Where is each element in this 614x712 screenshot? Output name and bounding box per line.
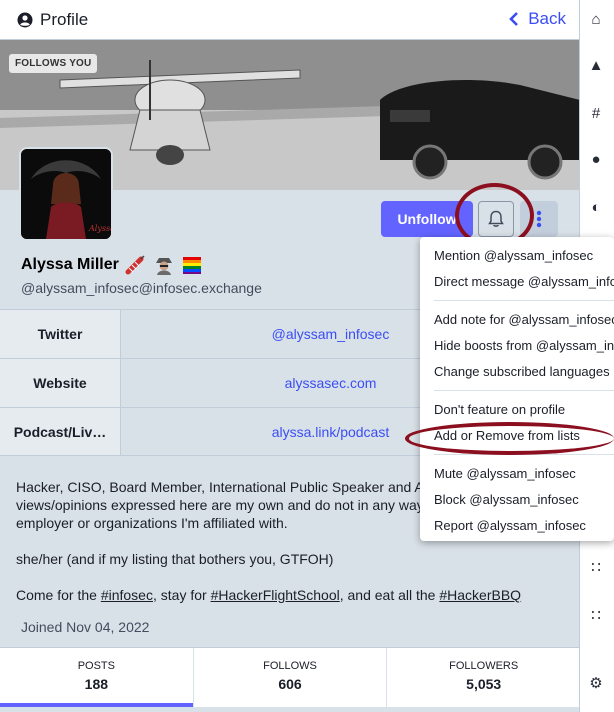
list-icon[interactable]: ∷ bbox=[588, 560, 604, 576]
avatar-image: Alyssa bbox=[21, 149, 111, 239]
stat-follows[interactable]: FOLLOWS 606 bbox=[194, 648, 388, 707]
column-title: Profile bbox=[40, 9, 89, 29]
back-label: Back bbox=[528, 9, 566, 28]
notifications-icon[interactable]: ▲ bbox=[588, 58, 604, 74]
hashtag-link[interactable]: #HackerBBQ bbox=[439, 587, 521, 603]
menu-divider bbox=[434, 300, 614, 301]
gear-icon[interactable]: ⚙ bbox=[588, 676, 604, 692]
rainbow-flag-icon bbox=[182, 257, 201, 274]
stat-value: 188 bbox=[84, 676, 109, 692]
stat-label: FOLLOWS bbox=[263, 660, 317, 672]
unfollow-label: Unfollow bbox=[397, 211, 457, 227]
joined-date: Joined Nov 04, 2022 bbox=[21, 619, 150, 635]
menu-item-hide-boosts[interactable]: Hide boosts from @alyssam_in bbox=[434, 338, 614, 353]
stat-value: 606 bbox=[278, 676, 302, 692]
hashtag-icon[interactable]: # bbox=[588, 106, 604, 122]
stat-label: POSTS bbox=[77, 660, 115, 672]
field-name: Podcast/Liv… bbox=[0, 408, 121, 455]
bio-text: , stay for bbox=[152, 587, 211, 603]
account-stats: POSTS 188 FOLLOWS 606 FOLLOWERS 5,053 bbox=[0, 647, 579, 707]
svg-text:Alyssa: Alyssa bbox=[88, 224, 111, 233]
display-name-row: Alyssa Miller bbox=[21, 254, 203, 276]
stat-value: 5,053 bbox=[466, 676, 502, 692]
users-icon[interactable]: ● bbox=[588, 152, 604, 168]
stat-label: FOLLOWERS bbox=[449, 660, 519, 672]
display-name: Alyssa Miller bbox=[21, 256, 119, 273]
account-options-menu: Mention @alyssam_infosec Direct message … bbox=[420, 237, 614, 541]
column-header: Profile Back bbox=[0, 0, 579, 40]
firecracker-icon bbox=[125, 255, 145, 275]
bio-text: Come for the bbox=[16, 587, 101, 603]
menu-item-mention[interactable]: Mention @alyssam_infosec bbox=[434, 248, 593, 263]
stat-posts[interactable]: POSTS 188 bbox=[0, 648, 194, 707]
detective-icon bbox=[155, 258, 172, 275]
hashtag-link[interactable]: #infosec bbox=[101, 587, 153, 603]
list-icon[interactable]: ∷ bbox=[588, 608, 604, 624]
menu-divider bbox=[434, 390, 614, 391]
back-button[interactable]: Back bbox=[509, 9, 566, 29]
menu-item-report[interactable]: Report @alyssam_infosec bbox=[434, 518, 586, 533]
home-icon[interactable]: ⌂ bbox=[588, 12, 604, 28]
bio-paragraph: Come for the #infosec, stay for #HackerF… bbox=[16, 586, 576, 604]
avatar[interactable]: Alyssa bbox=[19, 147, 113, 241]
annotation-circle-lists bbox=[405, 422, 614, 455]
menu-item-dont-feature[interactable]: Don't feature on profile bbox=[434, 402, 565, 417]
bio-paragraph: she/her (and if my listing that bothers … bbox=[16, 551, 334, 567]
menu-item-add-note[interactable]: Add note for @alyssam_infosec bbox=[434, 312, 614, 327]
field-name: Website bbox=[0, 359, 121, 407]
stat-followers[interactable]: FOLLOWERS 5,053 bbox=[387, 648, 579, 707]
user-circle-icon bbox=[17, 12, 33, 27]
hashtag-link[interactable]: #HackerFlightSchool bbox=[211, 587, 340, 603]
follows-you-badge: FOLLOWS YOU bbox=[9, 54, 98, 73]
ellipsis-vertical-icon bbox=[536, 210, 542, 228]
account-handle: @alyssam_infosec@infosec.exchange bbox=[21, 280, 262, 296]
globe-icon[interactable]: ◐ bbox=[588, 200, 604, 216]
menu-item-mute[interactable]: Mute @alyssam_infosec bbox=[434, 466, 576, 481]
menu-item-change-languages[interactable]: Change subscribed languages bbox=[434, 364, 610, 379]
field-name: Twitter bbox=[0, 310, 121, 358]
menu-item-direct-message[interactable]: Direct message @alyssam_info bbox=[434, 274, 614, 289]
bio-text: , and eat all the bbox=[339, 587, 440, 603]
chevron-left-icon bbox=[509, 12, 519, 26]
menu-item-block[interactable]: Block @alyssam_infosec bbox=[434, 492, 579, 507]
